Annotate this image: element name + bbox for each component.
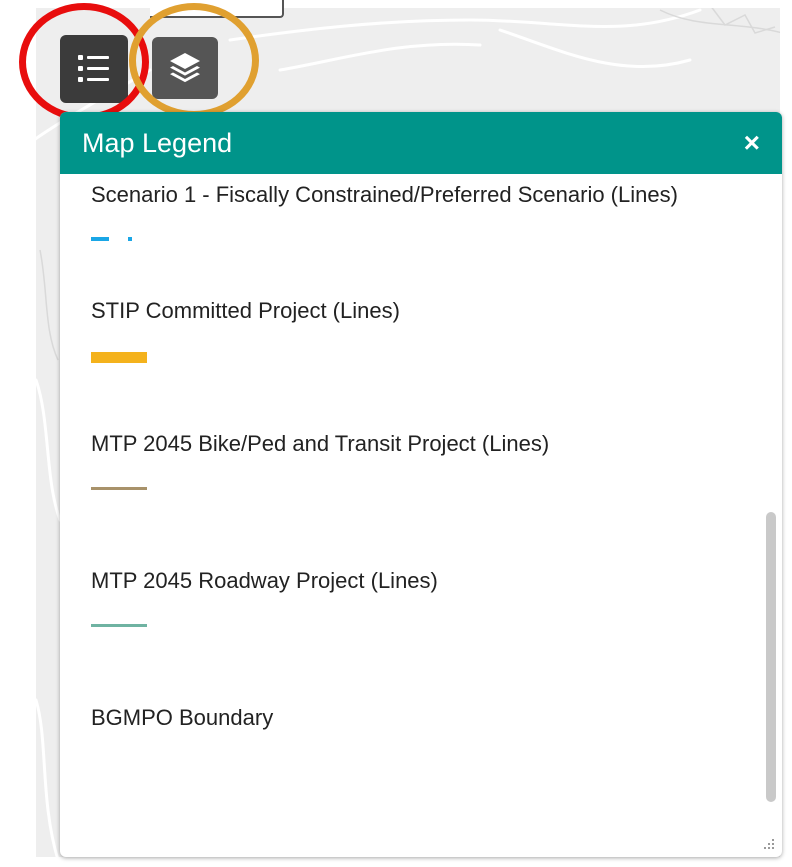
legend-swatch — [91, 480, 782, 564]
close-icon[interactable]: × — [744, 129, 760, 157]
layers-button[interactable] — [152, 37, 218, 99]
screenshot-border-top — [0, 0, 792, 8]
thin-line-icon — [91, 487, 147, 490]
legend-panel-header: Map Legend × — [60, 112, 782, 174]
layers-icon — [170, 53, 200, 83]
legend-item-label: MTP 2045 Roadway Project (Lines) — [91, 568, 438, 593]
legend-panel-body[interactable]: Scenario 1 - Fiscally Constrained/Prefer… — [60, 174, 782, 857]
map-legend-panel: Map Legend × Scenario 1 - Fiscally Const… — [60, 112, 782, 857]
legend-item-label: Scenario 1 - Fiscally Constrained/Prefer… — [91, 182, 678, 207]
legend-item: BGMPO Boundary — [91, 701, 782, 734]
legend-swatch — [91, 617, 782, 701]
legend-list: Scenario 1 - Fiscally Constrained/Prefer… — [60, 174, 782, 734]
list-icon — [78, 55, 109, 82]
thin-line-icon — [91, 624, 147, 627]
screenshot-border-left — [0, 0, 36, 867]
legend-item: MTP 2045 Bike/Ped and Transit Project (L… — [91, 427, 782, 564]
legend-button[interactable] — [60, 35, 128, 103]
legend-item: Scenario 1 - Fiscally Constrained/Prefer… — [91, 178, 782, 289]
legend-swatch — [91, 229, 782, 289]
legend-item: MTP 2045 Roadway Project (Lines) — [91, 564, 782, 701]
legend-item-label: STIP Committed Project (Lines) — [91, 298, 400, 323]
legend-panel-title: Map Legend — [82, 127, 233, 158]
resize-grip-icon[interactable] — [762, 837, 776, 851]
search-box-edge[interactable] — [150, 0, 284, 18]
scrollbar[interactable] — [766, 179, 776, 849]
scrollbar-thumb[interactable] — [766, 512, 776, 802]
legend-item-label: MTP 2045 Bike/Ped and Transit Project (L… — [91, 431, 550, 456]
legend-item: STIP Committed Project (Lines) — [91, 294, 782, 427]
screenshot-border-bottom — [0, 857, 792, 867]
legend-swatch — [91, 349, 782, 427]
legend-item-label: BGMPO Boundary — [91, 705, 274, 730]
dash-dot-line-icon — [91, 237, 132, 241]
thick-line-icon — [91, 352, 147, 363]
